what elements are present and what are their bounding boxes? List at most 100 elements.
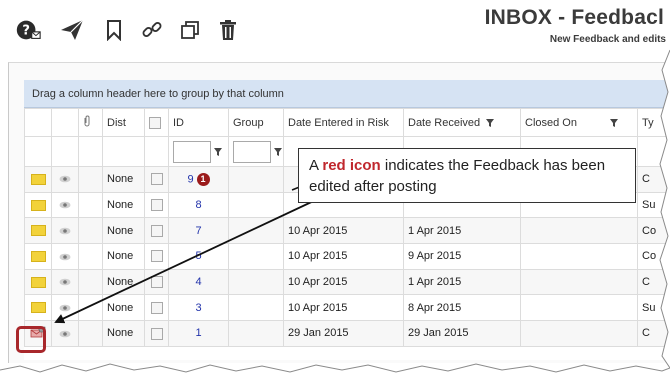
col-header-flag[interactable] — [24, 108, 52, 137]
filter-icon[interactable] — [214, 147, 222, 156]
flag-cell[interactable] — [24, 217, 52, 245]
id-link[interactable]: 4 — [195, 276, 201, 288]
envelope-icon[interactable] — [30, 173, 46, 185]
group-by-panel[interactable]: Drag a column header here to group by th… — [24, 80, 670, 108]
view-cell[interactable] — [51, 268, 79, 296]
filter-icon[interactable] — [486, 118, 495, 127]
date-entered-cell: 29 Jan 2015 — [283, 320, 404, 347]
header-row: Dist ID Group Date Entered in Risk Date … — [24, 108, 670, 137]
type-cell: Co — [637, 243, 670, 270]
envelope-icon[interactable] — [30, 251, 46, 262]
col-header-group[interactable]: Group — [228, 108, 284, 137]
col-header-closed-on[interactable]: Closed On — [520, 108, 638, 137]
highlight-box — [16, 326, 46, 353]
table-row[interactable]: None 5 10 Apr 2015 9 Apr 2015 Co — [24, 243, 670, 270]
table-row[interactable]: None 7 10 Apr 2015 1 Apr 2015 Co — [24, 217, 670, 245]
select-cell[interactable] — [144, 166, 169, 193]
bookmark-icon[interactable] — [100, 16, 128, 44]
flag-cell[interactable] — [24, 268, 52, 296]
type-cell: Co — [637, 217, 670, 245]
id-link[interactable]: 1 — [195, 327, 201, 339]
row-checkbox[interactable] — [150, 301, 163, 314]
envelope-icon[interactable] — [30, 199, 46, 211]
row-checkbox[interactable] — [150, 250, 163, 263]
select-cell[interactable] — [144, 217, 169, 245]
envelope-icon[interactable] — [30, 276, 46, 288]
eye-icon[interactable] — [59, 278, 71, 286]
row-checkbox[interactable] — [150, 276, 163, 289]
table-row[interactable]: None 3 10 Apr 2015 8 Apr 2015 Su — [24, 294, 670, 322]
help-icon[interactable]: ? — [14, 16, 42, 44]
send-icon[interactable] — [58, 16, 86, 44]
select-cell[interactable] — [144, 294, 169, 322]
select-cell[interactable] — [144, 191, 169, 219]
eye-icon[interactable] — [59, 253, 71, 261]
id-cell[interactable]: 91 — [168, 166, 229, 193]
col-header-id[interactable]: ID — [168, 108, 229, 137]
group-filter-cell — [228, 136, 284, 167]
col-header-type[interactable]: Ty — [637, 108, 670, 137]
id-filter-input[interactable] — [173, 140, 211, 163]
row-checkbox[interactable] — [150, 327, 163, 340]
envelope-icon[interactable] — [30, 302, 46, 314]
id-cell[interactable]: 4 — [168, 268, 229, 296]
row-checkbox[interactable] — [150, 173, 163, 186]
trash-icon[interactable] — [214, 16, 242, 44]
select-all-checkbox[interactable] — [149, 116, 161, 129]
closed-on-cell — [520, 268, 638, 296]
step-badge: 1 — [196, 172, 210, 186]
flag-cell[interactable] — [24, 243, 52, 270]
table-row[interactable]: None 1 29 Jan 2015 29 Jan 2015 C — [24, 320, 670, 347]
id-cell[interactable]: 1 — [168, 320, 229, 347]
filter-icon[interactable] — [274, 147, 282, 156]
group-filter-input[interactable] — [233, 140, 271, 163]
link-icon[interactable] — [138, 16, 166, 44]
col-header-date-received[interactable]: Date Received — [403, 108, 521, 137]
select-cell[interactable] — [144, 243, 169, 270]
dist-cell: None — [102, 268, 145, 296]
flag-cell[interactable] — [24, 294, 52, 322]
id-cell[interactable]: 7 — [168, 217, 229, 245]
flag-cell[interactable] — [24, 191, 52, 219]
filter-icon[interactable] — [610, 118, 619, 127]
toolbar: ? INBOX - Feedbacl New Feedback and edit… — [0, 0, 670, 58]
id-cell[interactable]: 3 — [168, 294, 229, 322]
eye-icon[interactable] — [59, 304, 71, 312]
id-link[interactable]: 9 — [187, 173, 193, 185]
view-cell[interactable] — [51, 294, 79, 322]
id-link[interactable]: 7 — [195, 225, 201, 237]
table-row[interactable]: None 4 10 Apr 2015 1 Apr 2015 C — [24, 268, 670, 296]
eye-icon[interactable] — [59, 227, 71, 235]
group-cell — [228, 217, 284, 245]
col-header-attachment[interactable] — [78, 108, 103, 137]
eye-icon[interactable] — [59, 175, 71, 183]
flag-cell[interactable] — [24, 166, 52, 193]
col-header-closed-on-label: Closed On — [525, 116, 577, 129]
id-cell[interactable]: 8 — [168, 191, 229, 219]
select-cell[interactable] — [144, 320, 169, 347]
eye-icon[interactable] — [59, 330, 71, 338]
id-link[interactable]: 5 — [195, 250, 201, 262]
view-cell[interactable] — [51, 243, 79, 270]
row-checkbox[interactable] — [150, 224, 163, 237]
closed-on-cell — [520, 243, 638, 270]
view-cell[interactable] — [51, 191, 79, 219]
date-received-cell: 1 Apr 2015 — [403, 268, 521, 296]
view-cell[interactable] — [51, 217, 79, 245]
eye-icon[interactable] — [59, 201, 71, 209]
envelope-icon[interactable] — [30, 225, 46, 237]
page-subtitle: New Feedback and edits — [549, 34, 666, 45]
col-header-select-all[interactable] — [144, 108, 169, 137]
col-header-view[interactable] — [51, 108, 79, 137]
id-cell[interactable]: 5 — [168, 243, 229, 270]
select-cell[interactable] — [144, 268, 169, 296]
id-link[interactable]: 3 — [195, 302, 201, 314]
col-header-dist[interactable]: Dist — [102, 108, 145, 137]
date-received-cell: 9 Apr 2015 — [403, 243, 521, 270]
copy-icon[interactable] — [176, 16, 204, 44]
view-cell[interactable] — [51, 320, 79, 347]
row-checkbox[interactable] — [150, 199, 163, 212]
col-header-date-entered[interactable]: Date Entered in Risk — [283, 108, 404, 137]
id-link[interactable]: 8 — [195, 199, 201, 211]
view-cell[interactable] — [51, 166, 79, 193]
